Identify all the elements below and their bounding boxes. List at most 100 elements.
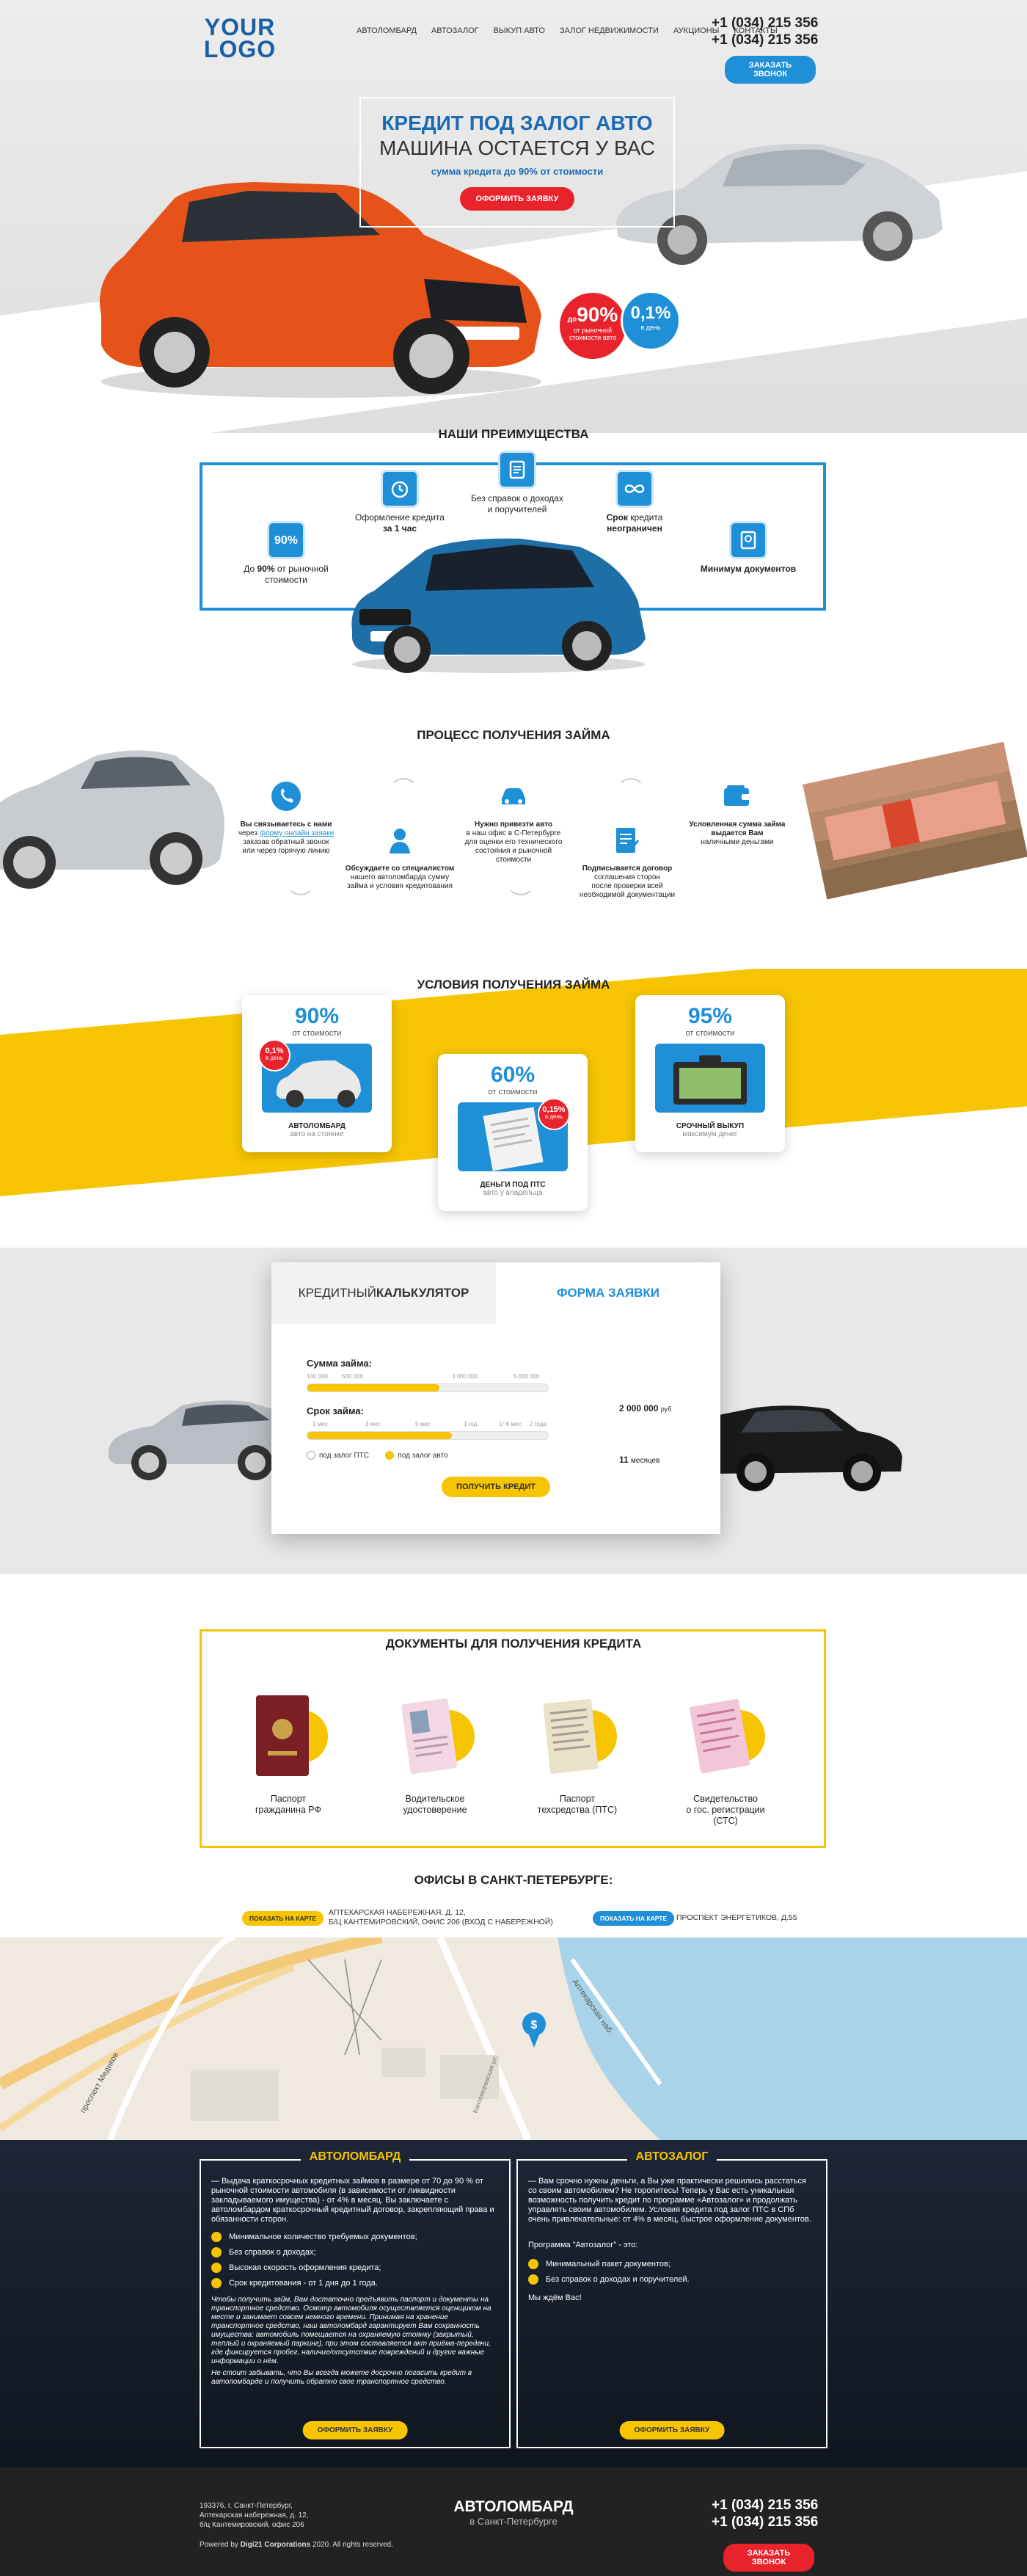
pawnshop-info-title: АВТОЛОМБАРД bbox=[300, 2150, 410, 2163]
process-step-contact: Вы связываетесь с нами через форму онлай… bbox=[227, 778, 345, 856]
wallet-icon bbox=[719, 778, 756, 815]
footer-phone-1[interactable]: +1 (034) 215 356 bbox=[712, 2497, 818, 2514]
radio-car[interactable]: под залог авто bbox=[385, 1451, 448, 1460]
adv3-line2: и поручителей bbox=[487, 504, 547, 514]
copy-post: 2020. All rights reserved. bbox=[310, 2541, 394, 2549]
page: YOUR LOGO Автоломбард Автозалог Выкуп ав… bbox=[0, 0, 1027, 2576]
step5-l1: Условленная сумма займа bbox=[689, 821, 786, 829]
autopledge-check-2: Без справок о доходах и поручителей. bbox=[528, 2274, 816, 2285]
step3-l4: состояния и рыночной bbox=[475, 847, 552, 855]
hero-note: сумма кредита до 90% от стоимости bbox=[431, 166, 604, 177]
show-map-button-2[interactable]: Показать на карте bbox=[593, 1911, 675, 1926]
calculator-section: КРЕДИТНЫЙ КАЛЬКУЛЯТОР ФОРМА ЗАЯВКИ Сумма… bbox=[0, 1248, 1027, 1574]
step3-l2: в наш офис в С-Петербурге bbox=[466, 829, 561, 837]
autopledge-info-p1: — Вам срочно нужны деньги, а Вы уже прак… bbox=[528, 2177, 811, 2224]
term-value-num: 11 bbox=[619, 1455, 629, 1465]
term-value: 11 месяцев bbox=[619, 1455, 659, 1465]
radio-pts-label: под залог ПТС bbox=[319, 1451, 369, 1460]
nav-item-buyout[interactable]: Выкуп авто bbox=[494, 26, 545, 35]
radio-pts[interactable]: под залог ПТС bbox=[307, 1451, 369, 1460]
footer-call-button[interactable]: Заказать звонок bbox=[723, 2544, 814, 2572]
office-map: $ проспект Медиков Аптекарская наб. Кант… bbox=[0, 1938, 1027, 2140]
autopledge-info-box: АВТОЗАЛОГ — Вам срочно нужны деньги, а В… bbox=[516, 2150, 827, 2448]
pawnshop-apply-button[interactable]: Оформить заявку bbox=[302, 2421, 408, 2439]
black-sedan-image bbox=[712, 1405, 902, 1491]
card2-of: от стоимости bbox=[488, 1088, 538, 1096]
nav-item-pawnshop[interactable]: Автоломбард bbox=[357, 26, 417, 35]
call-button[interactable]: Заказать звонок bbox=[725, 56, 816, 84]
show-map-button-1[interactable]: Показать на карте bbox=[242, 1911, 324, 1926]
documents-title: Документы для получения кредита bbox=[385, 1637, 642, 1651]
hero-offer-box: КРЕДИТ ПОД ЗАЛОГ АВТО МАШИНА ОСТАЕТСЯ У … bbox=[359, 97, 675, 228]
pawnshop-check-1-text: Минимальное количество требуемых докумен… bbox=[229, 2232, 417, 2241]
footer-address: 193376, г. Санкт-Петербург, Аптекарская … bbox=[200, 2501, 309, 2530]
term-tick-1: 1 мес bbox=[313, 1421, 328, 1427]
adv1-bold: 90% bbox=[257, 564, 275, 574]
sum-slider[interactable] bbox=[307, 1383, 549, 1392]
card1-sub: авто на стоянке bbox=[290, 1130, 344, 1138]
offices-section: Офисы в Санкт-Петербурге: Показать на ка… bbox=[0, 1864, 1027, 1938]
phone-2[interactable]: +1 (034) 215 356 bbox=[712, 32, 818, 48]
pawnshop-info-p3: Не стоит забывать, что Вы всегда можете … bbox=[211, 2369, 472, 2386]
autopledge-info-p3: Мы ждём Вас! bbox=[528, 2293, 582, 2302]
card2-badge-val: 0,15% bbox=[542, 1105, 566, 1114]
process-arrow-2 bbox=[286, 866, 315, 895]
hero-apply-button[interactable]: Оформить заявку bbox=[459, 187, 575, 211]
pawnshop-check-3: Высокая скорость оформления кредита; bbox=[211, 2263, 499, 2273]
hero-section: YOUR LOGO Автоломбард Автозалог Выкуп ав… bbox=[0, 0, 1027, 433]
logo-line1: YOUR bbox=[204, 14, 276, 40]
office-address-2: Проспект Энергетиков, д.55 bbox=[676, 1913, 797, 1922]
doc2-l2: удостоверение bbox=[403, 1805, 467, 1815]
footer-addr-1: 193376, г. Санкт-Петербург, bbox=[200, 2502, 293, 2510]
driver-license-icon bbox=[401, 1698, 457, 1775]
badge-90-text: от рыночной стоимости авто bbox=[569, 327, 617, 341]
sum-tick-4: 5 000 000 bbox=[514, 1373, 540, 1380]
adv4-post: кредита bbox=[627, 512, 663, 523]
percent-icon-label: 90% bbox=[274, 534, 299, 547]
get-credit-button[interactable]: Получить кредит bbox=[442, 1477, 550, 1497]
office1-line1: Аптекарская набережная, д. 12, bbox=[329, 1908, 466, 1917]
term-tick-5: 1г 6 мес bbox=[499, 1421, 522, 1427]
online-form-link[interactable]: форму онлайн заявки bbox=[260, 829, 334, 837]
advantage-speed: Оформление кредита за 1 час bbox=[337, 470, 462, 534]
nav-item-realty[interactable]: Залог недвижимости bbox=[560, 26, 659, 35]
logo[interactable]: YOUR LOGO bbox=[200, 14, 280, 62]
doc3-l1: Паспорт bbox=[559, 1794, 596, 1804]
tab-calculator[interactable]: КРЕДИТНЫЙ КАЛЬКУЛЯТОР bbox=[271, 1262, 496, 1324]
documents-section: Документы для получения кредита Паспорт … bbox=[0, 1629, 1027, 1849]
adv2-line1: Оформление кредита bbox=[355, 512, 445, 523]
condition-card-buyout[interactable]: 95% от стоимости Срочный выкуп максимум … bbox=[635, 995, 785, 1152]
phone-1[interactable]: +1 (034) 215 356 bbox=[712, 15, 818, 32]
silver-car-image bbox=[0, 750, 224, 889]
term-tick-6: 2 года bbox=[530, 1421, 547, 1427]
term-ticks: 1 мес 3 мес 5 мес 1 год 1г 6 мес 2 года bbox=[307, 1421, 549, 1431]
copy-company[interactable]: Digi21 Corporations bbox=[241, 2541, 311, 2549]
footer-copyright: Powered by Digi21 Corporations 2020. All… bbox=[200, 2541, 393, 2549]
condition-card-pts[interactable]: 60% от стоимости 0,15% в день Деньги под … bbox=[438, 1054, 588, 1211]
map-section[interactable]: $ проспект Медиков Аптекарская наб. Кант… bbox=[0, 1938, 1027, 2140]
process-step-discuss: Обсуждаете со специалистом нашего автоло… bbox=[341, 822, 458, 891]
blue-suv-image bbox=[351, 538, 646, 673]
autopledge-apply-button[interactable]: Оформить заявку bbox=[619, 2421, 725, 2439]
infinity-icon bbox=[615, 470, 654, 508]
card3-sub: максимум денег bbox=[682, 1130, 738, 1138]
footer-phone-2[interactable]: +1 (034) 215 356 bbox=[712, 2514, 818, 2530]
nav-item-autopledge[interactable]: Автозалог bbox=[431, 26, 479, 35]
tab-application-form[interactable]: ФОРМА ЗАЯВКИ bbox=[496, 1262, 720, 1324]
step4-l3: после проверки всей bbox=[591, 882, 663, 890]
condition-card-pawnshop[interactable]: 90% от стоимости 0,1% в день Автоломбард … bbox=[242, 995, 392, 1152]
calculator-tabs: КРЕДИТНЫЙ КАЛЬКУЛЯТОР ФОРМА ЗАЯВКИ bbox=[271, 1262, 720, 1324]
registration-cert-icon bbox=[690, 1698, 750, 1774]
term-slider[interactable] bbox=[307, 1431, 549, 1440]
pawnshop-check-3-text: Высокая скорость оформления кредита; bbox=[229, 2263, 381, 2272]
step3-l5: стоимости bbox=[495, 856, 532, 864]
autopledge-info-title: АВТОЗАЛОГ bbox=[626, 2150, 717, 2163]
passport-doc-icon bbox=[256, 1695, 309, 1776]
logo-line2: LOGO bbox=[203, 36, 277, 62]
badge-90-value: 90% bbox=[577, 303, 618, 326]
map-marker-icon: $ bbox=[531, 2019, 538, 2031]
pawnshop-info-p2: Чтобы получить займ, Вам достаточно пред… bbox=[211, 2296, 491, 2365]
step1-l3: заказав обратный звонок bbox=[243, 838, 329, 846]
card2-badge-sub: в день bbox=[544, 1113, 563, 1120]
step2-l1: Обсуждаете со специалистом bbox=[345, 865, 455, 873]
